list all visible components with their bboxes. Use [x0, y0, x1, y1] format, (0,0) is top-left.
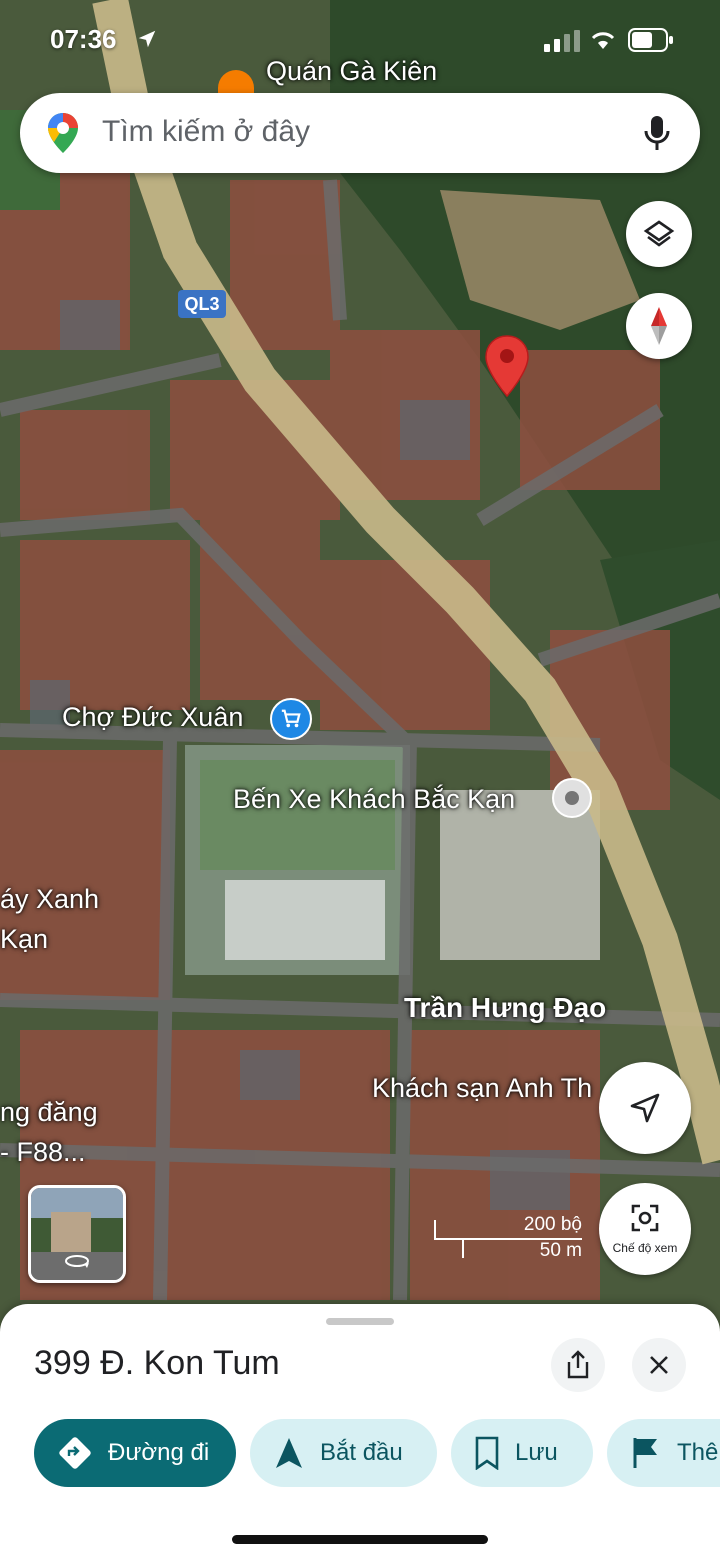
- start-button[interactable]: Bắt đầu: [250, 1419, 437, 1487]
- bus-station-label[interactable]: Bến Xe Khách Bắc Kạn: [233, 784, 515, 815]
- my-location-button[interactable]: [599, 1062, 691, 1154]
- scale-metric: 50 m: [539, 1240, 582, 1261]
- directions-label: Đường đi: [108, 1439, 210, 1466]
- scale-tick-mid: [462, 1238, 464, 1258]
- layers-button[interactable]: [626, 201, 692, 267]
- scale-tick-left: [434, 1220, 436, 1240]
- close-icon: [650, 1356, 668, 1374]
- scale-bar: 200 bộ 50 m: [434, 1214, 584, 1264]
- start-label: Bắt đầu: [320, 1439, 403, 1466]
- wifi-icon: [591, 32, 615, 49]
- street-label: Trần Hưng Đạo: [404, 992, 607, 1023]
- google-maps-logo-icon: [48, 113, 78, 153]
- lens-camera-icon: [631, 1204, 659, 1232]
- microphone-icon[interactable]: [644, 115, 670, 151]
- view-mode-label: Chế độ xem: [612, 1241, 678, 1255]
- navigation-start-icon: [276, 1438, 302, 1468]
- place-bottom-sheet[interactable]: 399 Đ. Kon Tum Đường đi Bắt đầu Lưu Thê: [0, 1304, 720, 1557]
- save-button[interactable]: Lưu: [451, 1419, 593, 1487]
- signal-icon: [544, 30, 580, 52]
- directions-button[interactable]: Đường đi: [34, 1419, 236, 1487]
- map-label-left-4[interactable]: - F88...: [0, 1137, 86, 1168]
- navigation-arrow-icon: [630, 1093, 660, 1123]
- view-mode-button[interactable]: Chế độ xem: [599, 1183, 691, 1275]
- place-address: 399 Đ. Kon Tum: [34, 1344, 280, 1382]
- directions-icon: [59, 1437, 91, 1469]
- status-time: 07:36: [50, 24, 117, 54]
- close-button[interactable]: [632, 1338, 686, 1392]
- market-label[interactable]: Chợ Đức Xuân: [62, 702, 243, 733]
- market-marker[interactable]: [270, 698, 312, 740]
- more-label: Thê: [677, 1439, 719, 1466]
- route-shield: QL3: [178, 290, 226, 318]
- map-label-left-3[interactable]: ng đăng: [0, 1097, 98, 1128]
- bookmark-icon: [475, 1436, 499, 1470]
- drag-handle[interactable]: [326, 1318, 394, 1325]
- hotel-label[interactable]: Khách sạn Anh Th: [372, 1073, 592, 1104]
- rotate-360-icon: [65, 1255, 89, 1268]
- scale-imperial: 200 bộ: [523, 1214, 582, 1235]
- more-button[interactable]: Thê: [607, 1419, 720, 1487]
- street-view-thumbnail[interactable]: [28, 1185, 126, 1283]
- bus-station-marker[interactable]: [552, 778, 592, 818]
- poi-restaurant-label: Quán Gà Kiên: [266, 56, 438, 86]
- search-bar[interactable]: Tìm kiếm ở đây: [20, 93, 700, 173]
- search-input[interactable]: Tìm kiếm ở đây: [102, 115, 310, 149]
- layers-icon: [643, 220, 675, 247]
- battery-icon: [628, 28, 673, 52]
- shopping-cart-icon: [281, 709, 301, 728]
- compass-icon: [651, 307, 667, 345]
- map-label-left-1[interactable]: áy Xanh: [0, 884, 99, 915]
- selected-location-pin-icon[interactable]: [484, 334, 530, 398]
- home-indicator[interactable]: [232, 1535, 488, 1544]
- place-dot-icon: [565, 791, 579, 805]
- share-icon: [567, 1350, 589, 1379]
- save-label: Lưu: [515, 1439, 558, 1466]
- compass-button[interactable]: [626, 293, 692, 359]
- map-label-left-2[interactable]: Kạn: [0, 924, 48, 955]
- flag-icon: [633, 1438, 657, 1468]
- location-arrow-icon: [138, 30, 156, 48]
- share-button[interactable]: [551, 1338, 605, 1392]
